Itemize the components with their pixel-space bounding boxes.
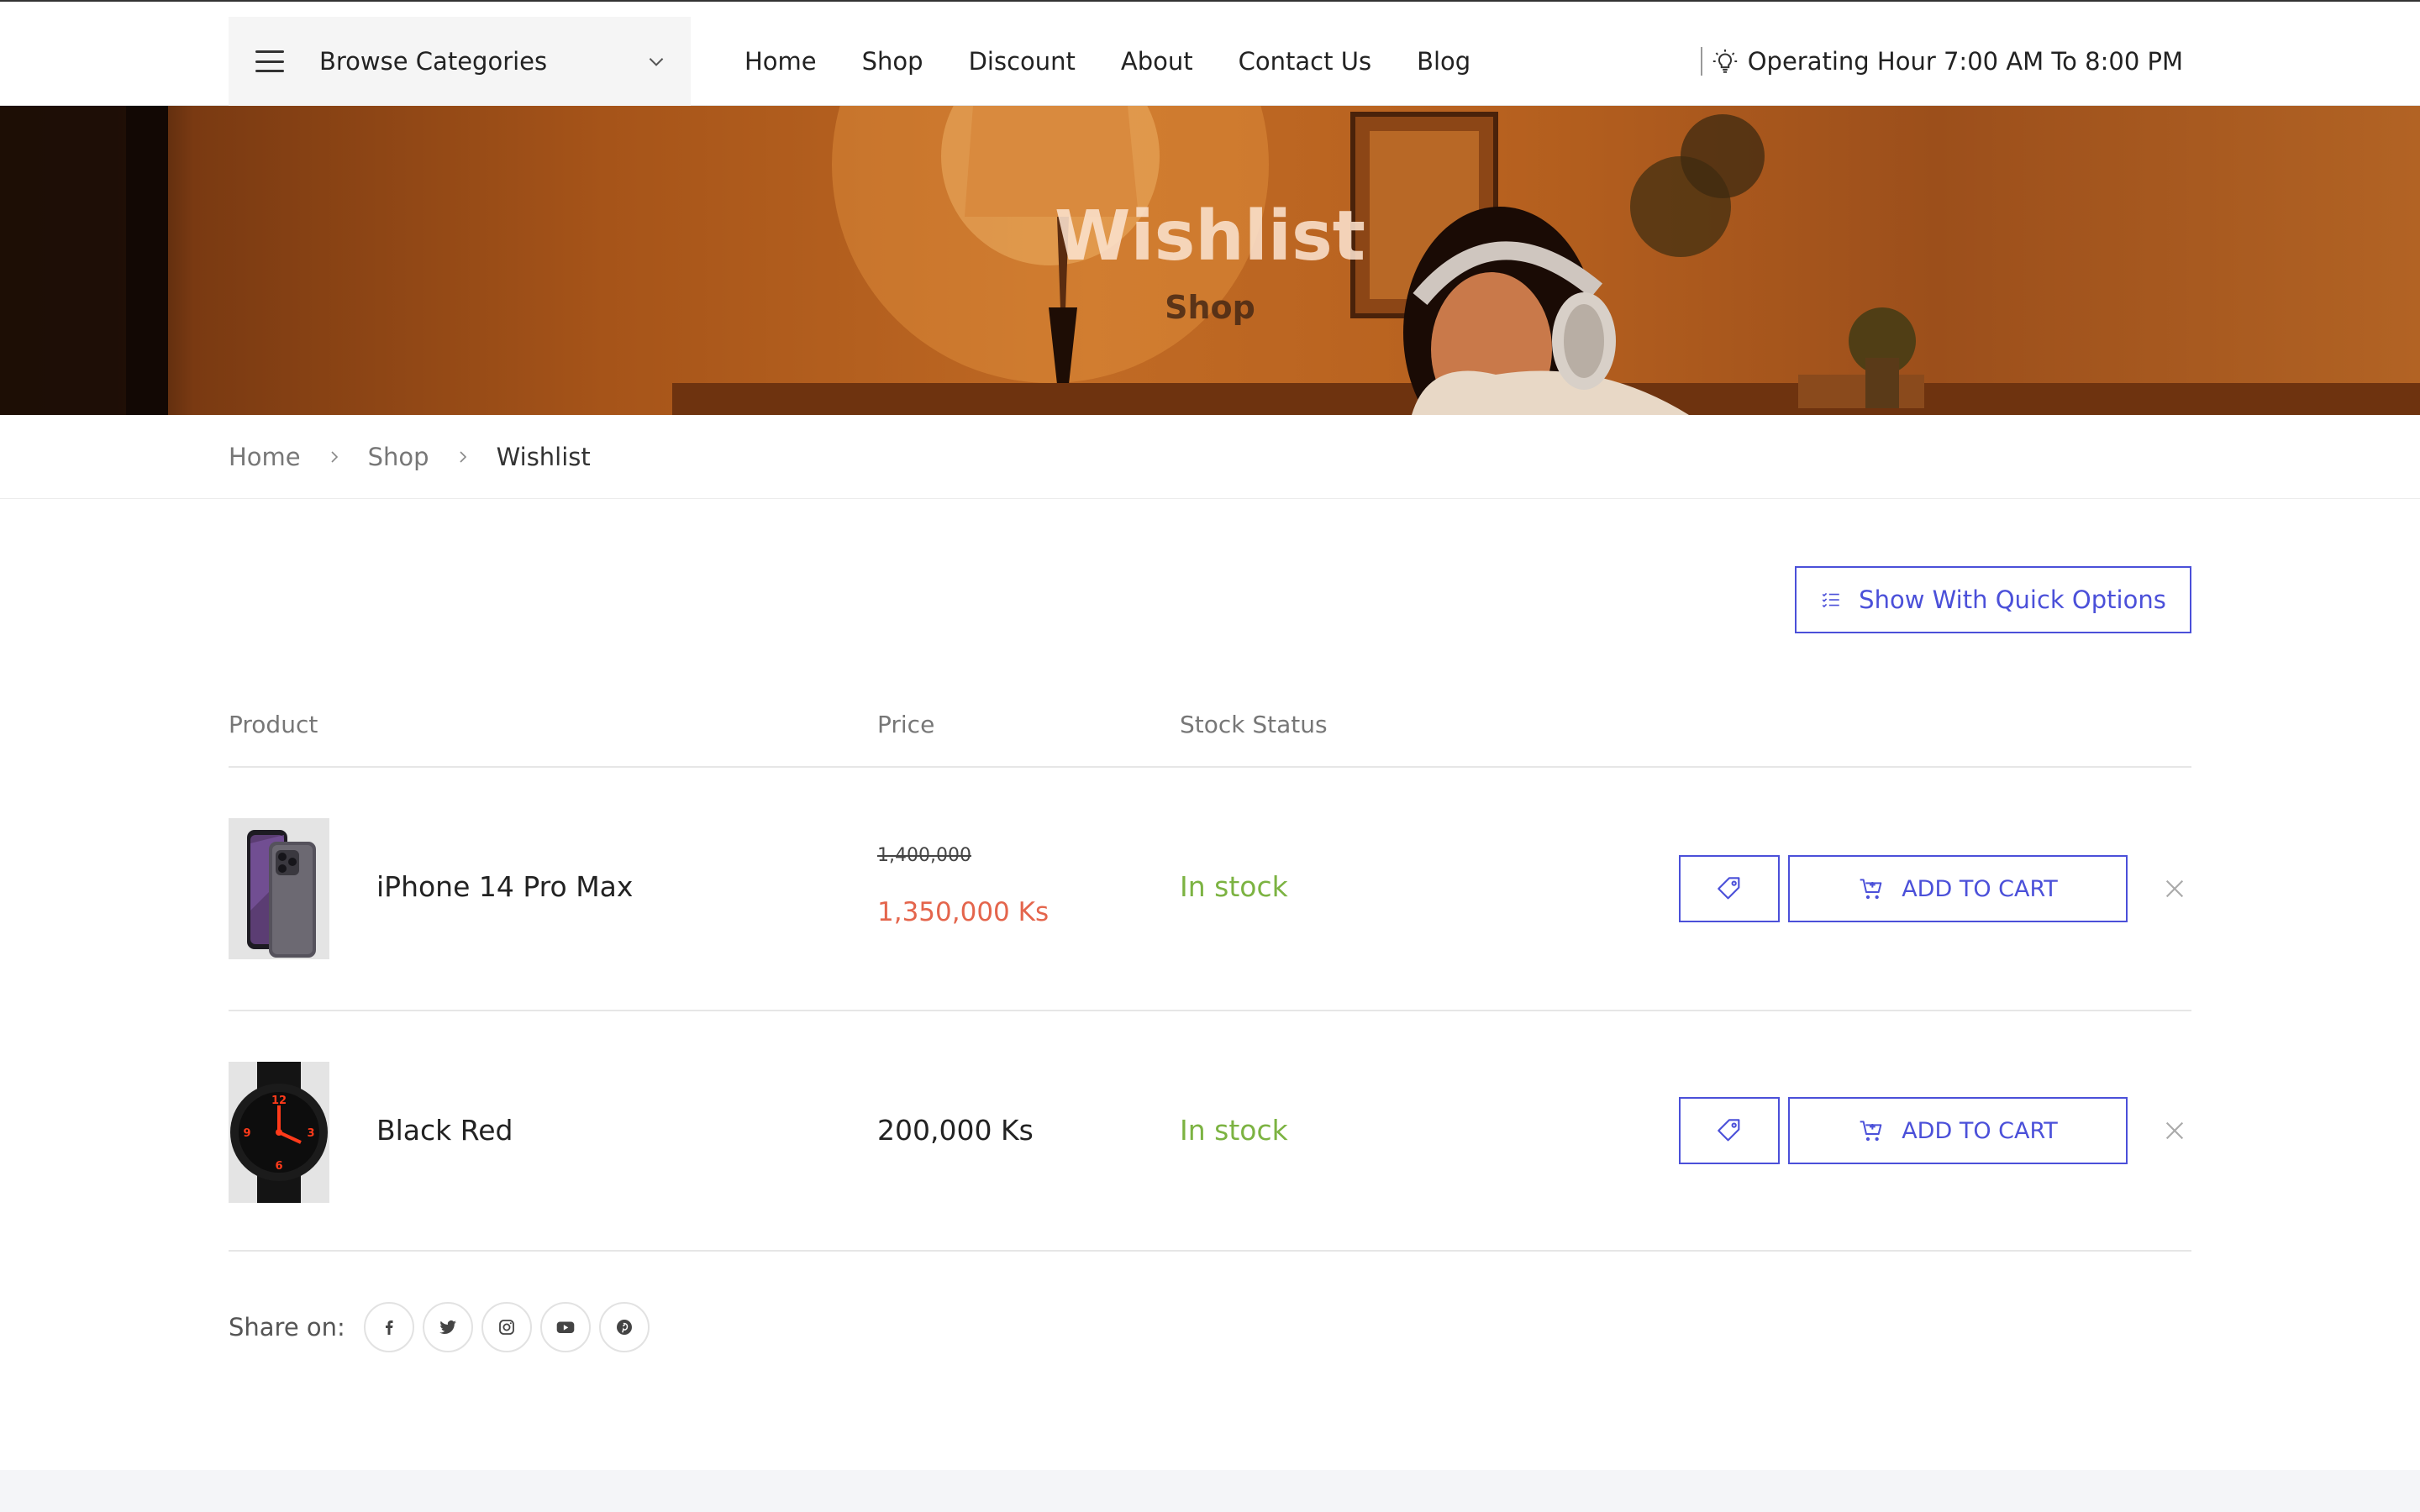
chevron-right-icon <box>460 450 466 463</box>
main-nav: Home Shop Discount About Contact Us Blog <box>744 17 1516 106</box>
iphone-image <box>229 818 329 959</box>
product-image-iphone[interactable] <box>229 818 329 959</box>
add-to-cart-label: ADD TO CART <box>1902 1117 2058 1144</box>
tag-button[interactable] <box>1679 855 1780 922</box>
column-header-stock-status: Stock Status <box>1180 711 1328 738</box>
sale-price: 1,350,000 Ks <box>877 897 1050 927</box>
pinterest-icon <box>616 1320 632 1335</box>
nav-shop[interactable]: Shop <box>862 47 923 76</box>
share-label: Share on: <box>229 1313 345 1341</box>
add-to-cart-label: ADD TO CART <box>1902 875 2058 902</box>
column-header-price: Price <box>877 711 935 738</box>
add-to-cart-button[interactable]: ADD TO CART <box>1788 855 2128 922</box>
breadcrumb-current: Wishlist <box>496 442 591 471</box>
original-price: 1,400,000 <box>877 845 971 866</box>
watch-image: 12 3 6 9 <box>229 1062 329 1203</box>
show-quick-options-label: Show With Quick Options <box>1859 585 2166 614</box>
cart-icon <box>1860 1121 1882 1142</box>
lightbulb-icon <box>1712 49 1737 73</box>
share-pinterest-button[interactable] <box>598 1302 650 1352</box>
table-row: 12 3 6 9 Black Red 200,000 Ks In stock A… <box>229 1011 2191 1252</box>
remove-item-close-icon[interactable] <box>2161 875 2188 902</box>
chevron-down-icon <box>649 58 664 66</box>
share-instagram-button[interactable] <box>481 1302 532 1352</box>
browse-categories-dropdown[interactable]: Browse Categories <box>229 17 691 106</box>
nav-contact-us[interactable]: Contact Us <box>1239 47 1371 76</box>
tag-button[interactable] <box>1679 1097 1780 1164</box>
cart-icon <box>1860 879 1882 900</box>
site-header: Browse Categories Home Shop Discount Abo… <box>0 0 2420 106</box>
breadcrumb: Home Shop Wishlist <box>0 415 2420 499</box>
table-row: iPhone 14 Pro Max 1,400,000 1,350,000 Ks… <box>229 768 2191 1011</box>
browse-categories-label: Browse Categories <box>319 47 548 76</box>
breadcrumb-shop[interactable]: Shop <box>368 443 429 471</box>
twitter-icon <box>439 1320 456 1335</box>
wishlist-table-header: Product Price Stock Status <box>229 702 2191 768</box>
share-bar: Share on: <box>229 1300 658 1354</box>
svg-text:9: 9 <box>243 1127 250 1140</box>
page-hero-banner: Wishlist Shop <box>0 106 2420 415</box>
nav-about[interactable]: About <box>1121 47 1193 76</box>
instagram-icon <box>498 1320 514 1335</box>
chevron-right-icon <box>331 450 338 463</box>
page-title: Wishlist <box>1055 197 1365 276</box>
share-facebook-button[interactable] <box>363 1302 414 1352</box>
breadcrumb-home[interactable]: Home <box>229 443 301 471</box>
add-to-cart-button[interactable]: ADD TO CART <box>1788 1097 2128 1164</box>
remove-item-close-icon[interactable] <box>2161 1117 2188 1144</box>
share-twitter-button[interactable] <box>422 1302 473 1352</box>
stock-status: In stock <box>1180 1114 1288 1147</box>
divider <box>1700 47 1702 76</box>
svg-text:12: 12 <box>271 1095 287 1107</box>
product-name[interactable]: iPhone 14 Pro Max <box>376 870 633 903</box>
youtube-icon <box>556 1321 575 1334</box>
operating-hours: Operating Hour 7:00 AM To 8:00 PM <box>1700 17 2183 106</box>
page-subtitle: Shop <box>1165 289 1255 326</box>
svg-text:6: 6 <box>275 1160 282 1173</box>
tag-icon <box>1718 877 1740 900</box>
tag-icon <box>1718 1119 1740 1142</box>
column-header-product: Product <box>229 711 318 738</box>
share-youtube-button[interactable] <box>539 1302 591 1352</box>
stock-status: In stock <box>1180 870 1288 903</box>
svg-text:3: 3 <box>307 1127 314 1140</box>
price: 200,000 Ks <box>877 1114 1034 1147</box>
product-image-watch[interactable]: 12 3 6 9 <box>229 1062 329 1203</box>
footer-top-strip <box>0 1470 2420 1512</box>
nav-blog[interactable]: Blog <box>1417 47 1470 76</box>
hamburger-icon <box>255 50 284 72</box>
facebook-icon <box>385 1320 393 1335</box>
nav-discount[interactable]: Discount <box>969 47 1076 76</box>
show-quick-options-button[interactable]: Show With Quick Options <box>1795 566 2191 633</box>
nav-home[interactable]: Home <box>744 47 817 76</box>
checklist-icon <box>1822 592 1839 608</box>
product-name[interactable]: Black Red <box>376 1114 513 1147</box>
operating-hours-text: Operating Hour 7:00 AM To 8:00 PM <box>1747 47 2183 76</box>
